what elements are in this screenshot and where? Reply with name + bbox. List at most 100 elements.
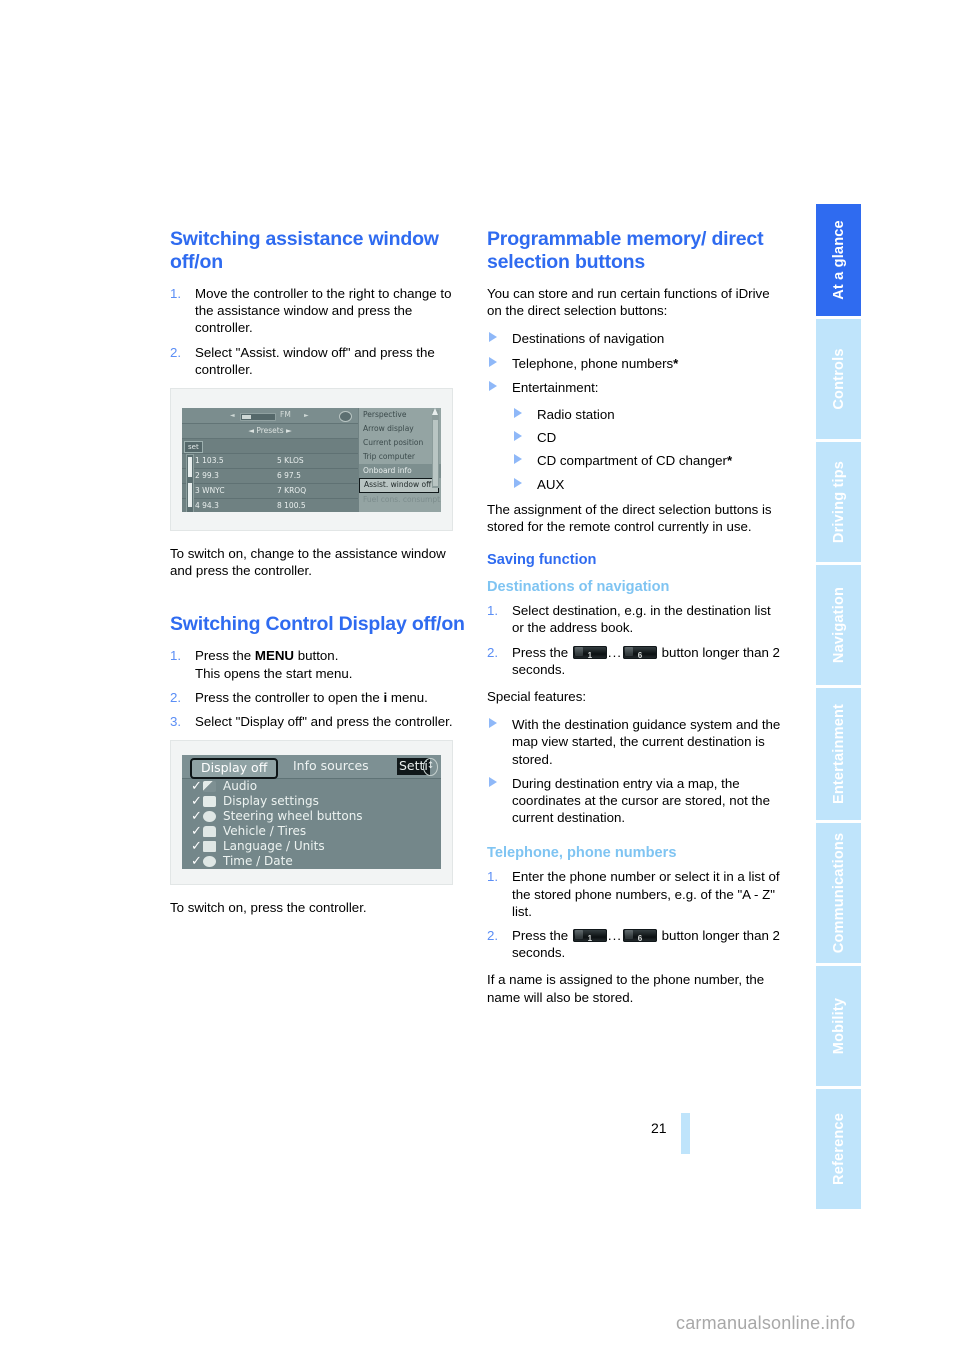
- scrollbar[interactable]: [432, 410, 439, 489]
- list-item[interactable]: ✓ Language / Units: [182, 839, 441, 854]
- step-number: 2.: [170, 689, 182, 705]
- assist-menu-item[interactable]: Trip computer: [359, 450, 441, 464]
- triangle-bullet-icon: [514, 408, 522, 419]
- check-icon: ✓: [191, 854, 202, 870]
- bullet-text: Radio station: [537, 407, 615, 423]
- list-item[interactable]: ✓ Display settings: [182, 794, 441, 809]
- preset-row: 1 103.5 5 KLOS: [182, 454, 358, 470]
- paragraph-name-stored: If a name is assigned to the phone numbe…: [487, 972, 765, 1005]
- figure-idrive-settings: Display off Info sources Setti ↕ ✓ Audio: [170, 740, 466, 886]
- volume-bar: [186, 454, 194, 513]
- sidebar-tab-reference[interactable]: Reference: [816, 1089, 861, 1209]
- preset-row: 3 WNYC 7 KROQ: [182, 484, 358, 500]
- bullet-text: Telephone, phone numbers: [512, 355, 674, 371]
- direct-selection-button-1[interactable]: 1: [572, 929, 607, 943]
- direct-selection-button-6[interactable]: 6: [622, 929, 657, 943]
- sidebar-tab-at-a-glance[interactable]: At a glance: [816, 204, 861, 316]
- clock-icon: [203, 856, 216, 868]
- step-text: Select "Assist. window off" and press th…: [195, 344, 435, 377]
- preset-entry[interactable]: 5 KLOS: [277, 454, 304, 468]
- sidebar-tab-communications[interactable]: Communications: [816, 823, 861, 963]
- presets-label: Presets: [256, 426, 284, 436]
- step-number: 2.: [170, 344, 182, 360]
- tuning-slider[interactable]: [240, 413, 276, 422]
- preset-entry[interactable]: 7 KROQ: [277, 484, 306, 498]
- page-number: 21: [651, 1120, 667, 1136]
- ellipsis: ...: [607, 644, 622, 660]
- list-item[interactable]: ✓ Audio: [182, 779, 441, 794]
- assist-menu-item[interactable]: Perspective: [359, 408, 441, 422]
- steps-telephone: 1. Enter the phone number or select it i…: [487, 868, 783, 961]
- preset-entry[interactable]: 4 94.3: [195, 499, 219, 512]
- sidebar-tab-label: Entertainment: [830, 703, 847, 805]
- preset-entry[interactable]: 8 100.5: [277, 499, 306, 512]
- assist-menu-item-selected[interactable]: Onboard info: [359, 464, 441, 479]
- section-tab-rail: At a glance Controls Driving tips Naviga…: [816, 204, 861, 1212]
- bullet-text: With the destination guidance system and…: [512, 717, 781, 767]
- band-label: FM: [280, 410, 291, 420]
- up-down-icon[interactable]: ↕: [423, 758, 438, 777]
- bullet-text: During destination entry via a map, the …: [512, 775, 770, 826]
- step-number: 1.: [170, 286, 182, 301]
- sidebar-tab-mobility[interactable]: Mobility: [816, 966, 861, 1086]
- list-item[interactable]: ✓ Vehicle / Tires: [182, 824, 441, 839]
- step-text-before: Press the: [195, 648, 255, 664]
- tab-info-sources[interactable]: Info sources: [293, 758, 369, 775]
- preset-entry[interactable]: 2 99.3: [195, 469, 219, 483]
- bullet-list-functions: Destinations of navigation Telephone, ph…: [487, 330, 783, 396]
- list-item: Destinations of navigation: [487, 330, 783, 347]
- step-number: 1.: [487, 603, 499, 619]
- step-subtext: This opens the start menu.: [195, 665, 353, 681]
- label-special-features: Special features:: [487, 689, 587, 705]
- sidebar-tab-driving-tips[interactable]: Driving tips: [816, 442, 861, 562]
- bullet-list-entertainment: Radio station CD CD compartment of CD ch…: [512, 406, 783, 493]
- step-number: 1.: [487, 869, 499, 885]
- triangle-bullet-icon: [489, 356, 497, 367]
- bullet-text: CD compartment of CD changer: [537, 453, 727, 469]
- assist-menu-item[interactable]: Fuel cons. consumpt.: [359, 493, 441, 507]
- set-button[interactable]: set: [184, 441, 203, 454]
- step-text: Select "Display off" and press the contr…: [195, 714, 453, 730]
- assist-menu-item-highlighted[interactable]: Assist. window off: [359, 478, 439, 494]
- bullet-text: AUX: [537, 476, 565, 492]
- list-item: AUX: [512, 476, 783, 493]
- presets-bar[interactable]: ◄ Presets ►: [182, 424, 358, 440]
- step-text-after: menu.: [387, 689, 428, 705]
- triangle-bullet-icon: [489, 380, 497, 391]
- direct-selection-button-6[interactable]: 6: [622, 645, 657, 660]
- triangle-bullet-icon: [489, 776, 497, 787]
- list-item[interactable]: ✓ Time / Date: [182, 854, 441, 869]
- check-icon: ✓: [191, 839, 202, 855]
- heading-switching-assistance-window: Switching assistance window off/on: [170, 228, 439, 273]
- assist-menu-item[interactable]: Arrow display: [359, 422, 441, 436]
- sidebar-tab-entertainment[interactable]: Entertainment: [816, 688, 861, 820]
- check-icon: ✓: [191, 824, 202, 840]
- preset-entry[interactable]: 6 97.5: [277, 469, 301, 483]
- direct-selection-button-1[interactable]: 1: [572, 645, 607, 660]
- triangle-bullet-icon: [489, 332, 497, 343]
- heading-telephone-phone-numbers: Telephone, phone numbers: [487, 845, 677, 862]
- watermark-text: carmanualsonline.info: [676, 1313, 856, 1333]
- flag-icon: [203, 841, 216, 853]
- sidebar-tab-navigation[interactable]: Navigation: [816, 565, 861, 685]
- paragraph-intro: You can store and run certain functions …: [487, 286, 770, 319]
- sidebar-tab-controls[interactable]: Controls: [816, 319, 861, 439]
- heading-destinations-of-navigation: Destinations of navigation: [487, 579, 670, 596]
- heading-switching-control-display: Switching Control Display off/on: [170, 613, 465, 636]
- scroll-up-arrow-icon[interactable]: [432, 408, 439, 416]
- assist-menu-item[interactable]: Current position: [359, 436, 441, 450]
- bullet-text: Entertainment:: [512, 379, 599, 395]
- bullet-text: Destinations of navigation: [512, 331, 665, 347]
- scrollbar-knob[interactable]: [433, 420, 438, 487]
- preset-entry[interactable]: 1 103.5: [195, 454, 224, 468]
- heading-saving-function: Saving function: [487, 552, 597, 569]
- preset-grid: 1 103.5 5 KLOS 2 99.3 6 97.5 3 WNYC 7 KR…: [182, 454, 358, 512]
- list-item[interactable]: ✓ Steering wheel buttons: [182, 809, 441, 824]
- idrive-band-bar: ◄ FM ►: [182, 408, 358, 425]
- preset-entry[interactable]: 3 WNYC: [195, 484, 225, 498]
- tab-display-off[interactable]: Display off: [190, 758, 279, 780]
- list-item: 1. Select destination, e.g. in the desti…: [487, 602, 783, 636]
- list-item: Entertainment:: [487, 379, 783, 396]
- list-item: CD compartment of CD changer*: [512, 452, 783, 469]
- idrive-settings-screen: Display off Info sources Setti ↕ ✓ Audio: [182, 755, 441, 870]
